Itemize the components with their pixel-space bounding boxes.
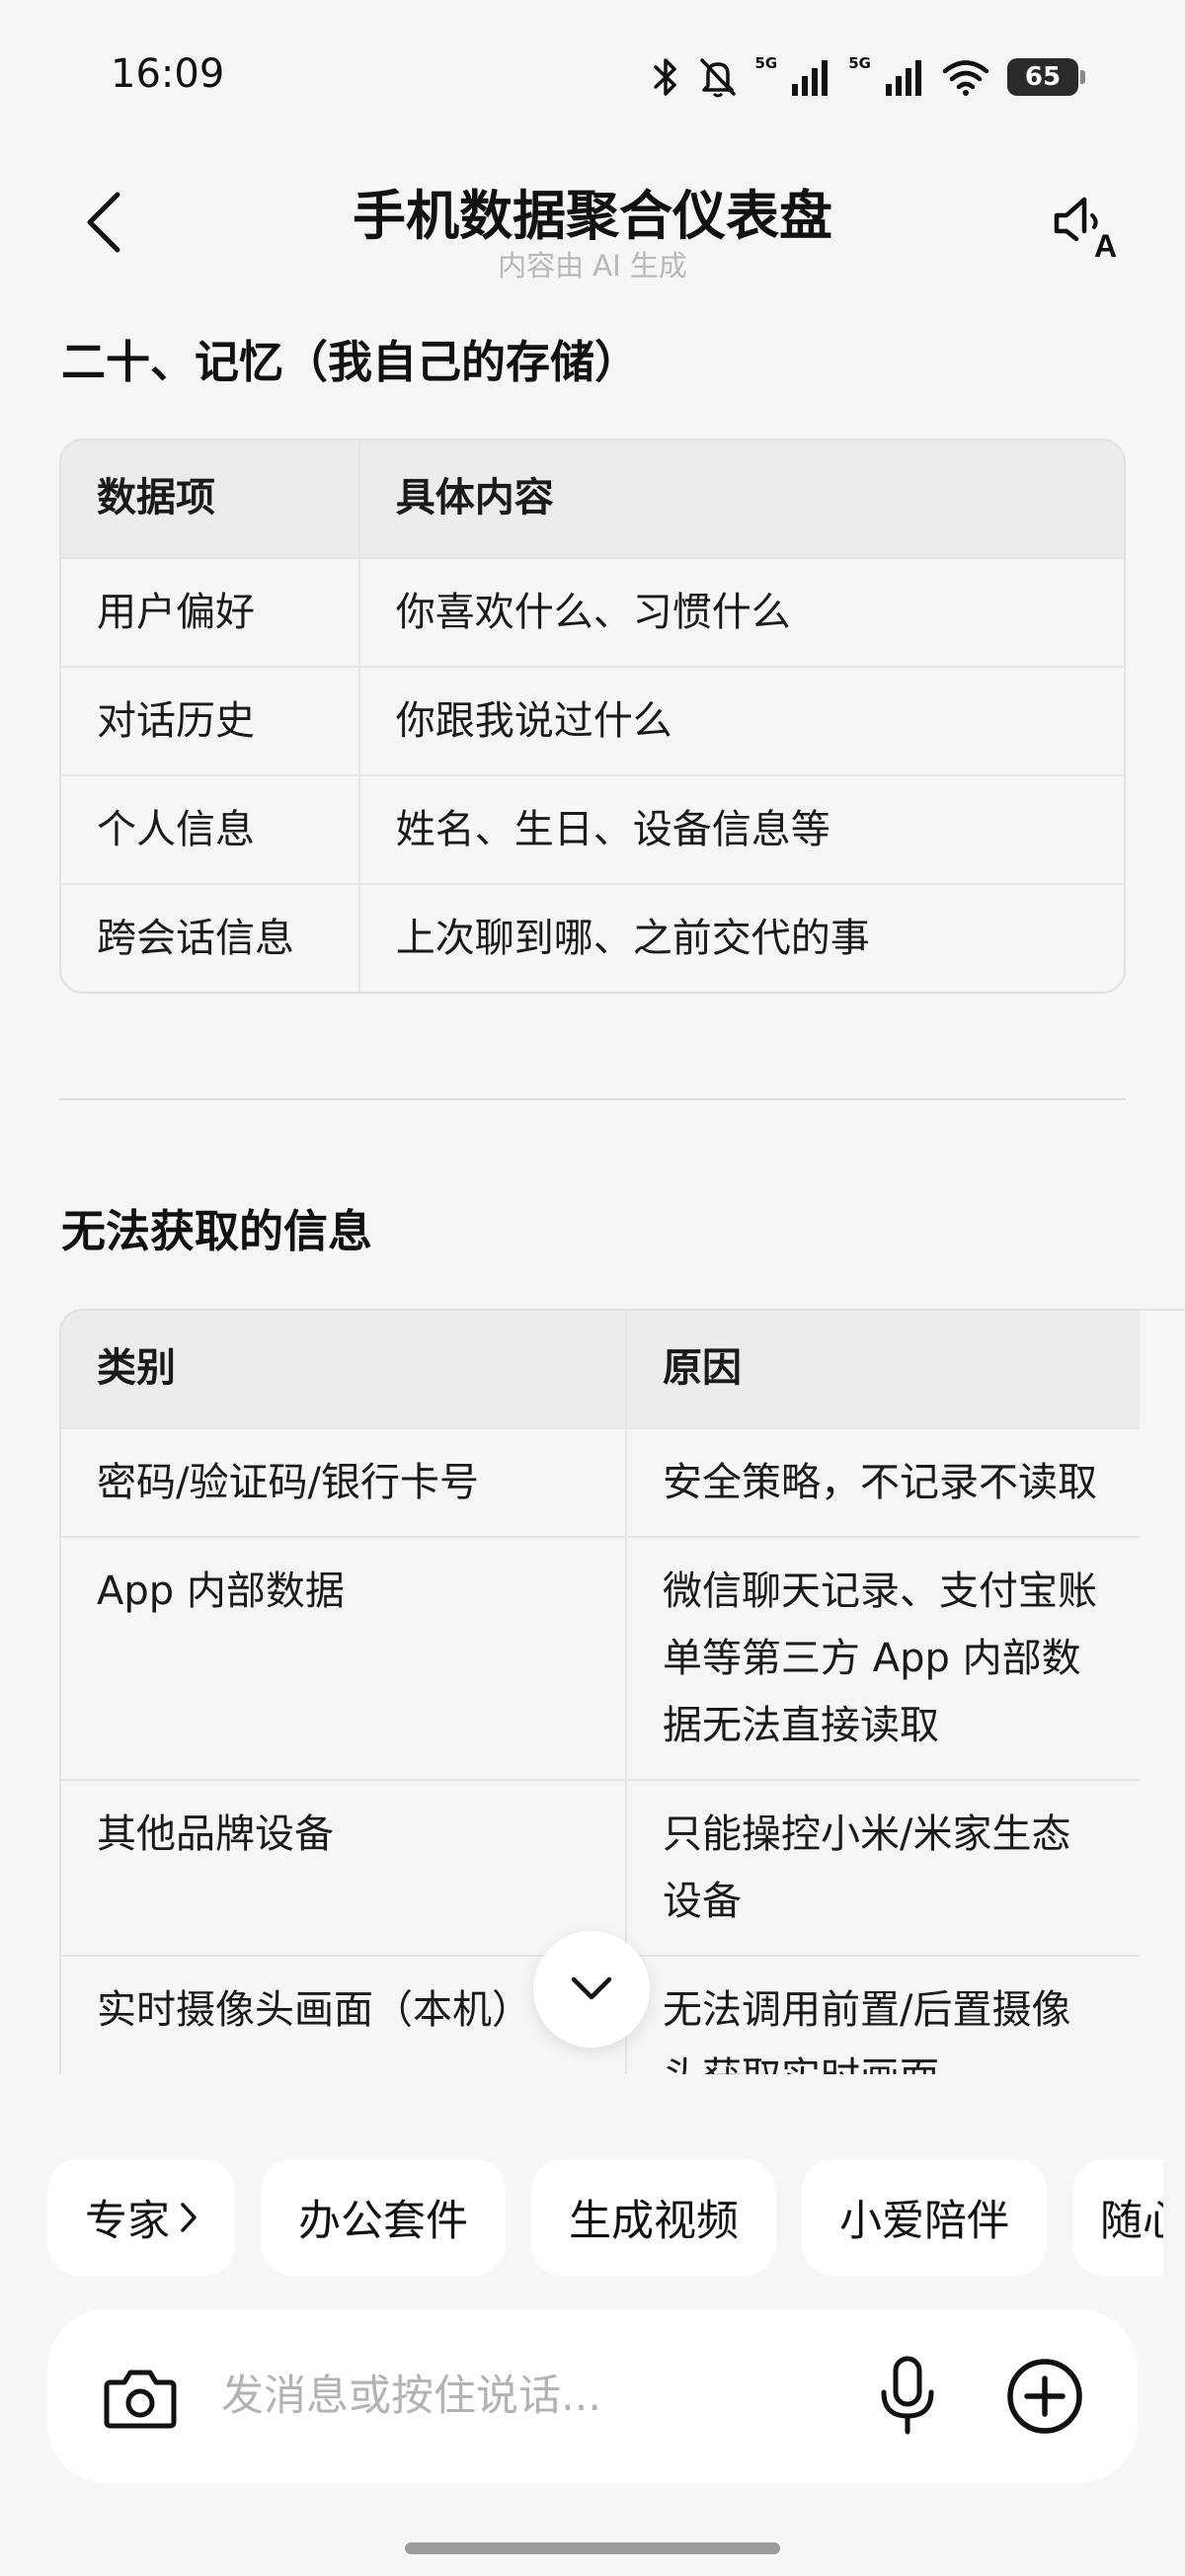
table-cell: 其他品牌设备: [61, 1780, 626, 1957]
status-bar: 16:09 5G 5G 65: [0, 0, 1185, 148]
add-attachment-button[interactable]: [1001, 2353, 1088, 2440]
chip-label: 专家: [85, 2197, 170, 2246]
wifi-icon: [942, 60, 989, 96]
table-row: 其他品牌设备 只能操控小米/米家生态设备: [61, 1780, 1140, 1957]
network-type-label: 5G: [848, 54, 871, 72]
chip-label: 办公套件: [298, 2197, 468, 2246]
camera-icon: [104, 2370, 177, 2429]
chip-expert[interactable]: 专家: [47, 2159, 235, 2276]
table-cell: 安全策略，不记录不读取: [625, 1428, 1140, 1538]
network-type-label: 5G: [754, 54, 778, 72]
table-cell: 无法调用前置/后置摄像头获取实时画面: [625, 1956, 1140, 2074]
speaker-a-icon: A: [1054, 197, 1117, 259]
ai-disclaimer: 内容由 AI 生成: [498, 249, 687, 282]
table-cell: 你跟我说过什么: [357, 667, 1124, 776]
table-cell: 用户偏好: [61, 558, 359, 668]
chip-label: 生成视频: [569, 2197, 739, 2246]
table-cell: 密码/验证码/银行卡号: [61, 1428, 626, 1538]
column-header: 原因: [625, 1311, 1140, 1429]
battery-level: 65: [1024, 62, 1062, 92]
table-row: 跨会话信息 上次聊到哪、之前交代的事: [61, 884, 1124, 992]
table-cell: 只能操控小米/米家生态设备: [625, 1780, 1140, 1957]
chip-label: 小爱陪伴: [839, 2197, 1009, 2246]
home-indicator[interactable]: [405, 2542, 780, 2554]
read-aloud-button[interactable]: A: [1047, 188, 1122, 263]
table-row: App 内部数据 微信聊天记录、支付宝账单等第三方 App 内部数据无法直接读取: [61, 1537, 1140, 1781]
scroll-to-bottom-button[interactable]: [533, 1931, 650, 2048]
bluetooth-icon: [653, 58, 676, 96]
table-cell: 个人信息: [61, 775, 359, 885]
table-header-row: 数据项 具体内容: [61, 441, 1124, 559]
section-heading-memory: 二十、记忆（我自己的存储）: [61, 336, 640, 388]
battery-indicator: 65: [1007, 58, 1085, 96]
signal-icon: [886, 60, 921, 96]
chip-label: 随心: [1100, 2197, 1163, 2246]
svg-text:A: A: [1094, 228, 1117, 259]
table-cell: 跨会话信息: [97, 916, 294, 961]
chevron-down-icon: [571, 1976, 612, 2000]
message-input-bar: [47, 2309, 1138, 2483]
conversation-content[interactable]: 二十、记忆（我自己的存储） 数据项 具体内容 用户偏好 你喜欢什么、习惯什么 对…: [0, 296, 1185, 2074]
camera-button[interactable]: [103, 2361, 178, 2436]
column-header: 具体内容: [357, 441, 1124, 559]
table-cell: 上次聊到哪、之前交代的事: [357, 884, 1124, 992]
section-divider: [59, 1098, 1126, 1100]
signal-icon: [792, 60, 829, 96]
status-icons: 5G 5G 65: [651, 54, 1085, 99]
table-cell: 微信聊天记录、支付宝账单等第三方 App 内部数据无法直接读取: [625, 1537, 1140, 1781]
chevron-right-icon: [181, 2203, 197, 2232]
chip-xiaoai-companion[interactable]: 小爱陪伴: [802, 2159, 1047, 2276]
plus-circle-icon: [1007, 2359, 1082, 2434]
table-cell: 姓名、生日、设备信息等: [357, 775, 1124, 885]
table-cell: 对话历史: [61, 667, 359, 776]
table-header-row: 类别 原因: [61, 1311, 1140, 1429]
table-row: 用户偏好 你喜欢什么、习惯什么: [61, 558, 1124, 668]
table-cell: 你喜欢什么、习惯什么: [357, 558, 1124, 668]
table-cell: App 内部数据: [61, 1537, 626, 1781]
table-row: 个人信息 姓名、生日、设备信息等: [61, 775, 1124, 885]
bell-off-icon: [699, 58, 736, 98]
page-title: 手机数据聚合仪表盘: [353, 185, 832, 247]
memory-table: 数据项 具体内容 用户偏好 你喜欢什么、习惯什么 对话历史 你跟我说过什么 个人…: [59, 439, 1126, 994]
chip-office-suite[interactable]: 办公套件: [261, 2159, 506, 2276]
nav-header: 手机数据聚合仪表盘 内容由 AI 生成 A: [0, 158, 1185, 286]
status-time: 16:09: [111, 51, 225, 97]
voice-input-button[interactable]: [867, 2355, 948, 2436]
quick-action-chips: 专家 办公套件 生成视频 小爱陪伴 随心: [47, 2159, 1163, 2276]
section-heading-unavailable: 无法获取的信息: [61, 1205, 373, 1257]
table-row: 密码/验证码/银行卡号 安全策略，不记录不读取: [61, 1428, 1140, 1538]
column-header: 类别: [61, 1311, 626, 1429]
column-header: 数据项: [61, 441, 359, 559]
table-row: 对话历史 你跟我说过什么: [61, 667, 1124, 776]
chip-generate-video[interactable]: 生成视频: [531, 2159, 776, 2276]
chip-suixin[interactable]: 随心: [1072, 2159, 1163, 2276]
message-input[interactable]: [221, 2365, 774, 2428]
microphone-icon: [881, 2356, 934, 2435]
